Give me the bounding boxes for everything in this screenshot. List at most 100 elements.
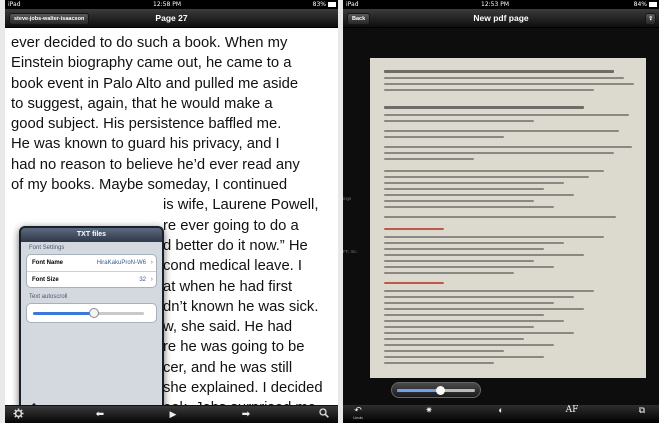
font-settings-header: Font Settings [29,245,65,251]
battery-percent: 83% [312,1,326,8]
scan-text-line [384,282,444,284]
contrast-glyph: ◐ [498,405,504,415]
scan-text-line [384,302,554,304]
rotate-label: Undo [353,415,363,420]
scan-text-line [384,314,544,316]
arrow-right-icon[interactable]: ➡ [239,408,253,421]
page-title: Page 27 [155,13,188,23]
carrier-label: iPad [8,1,21,8]
scan-text-line [384,296,574,298]
scan-text-line [384,89,594,91]
scan-text-line [384,216,616,218]
scan-text-line [384,77,624,79]
book-line: of my books. Maybe someday, I continued [11,177,288,194]
scan-text-line [384,362,494,364]
font-name-label: Font Name [32,260,64,266]
margin-label: FF, Inc. [343,249,358,254]
scan-text-line [384,236,604,238]
brightness-glyph: ✷ [425,405,433,415]
scan-text-line [384,152,614,154]
book-line: to suggest, again, that he would make a [11,95,273,112]
scan-text-line [384,248,544,250]
rotate-glyph: ↶ [354,405,362,415]
font-name-value: HiraKakuProN-W6 [96,260,146,266]
slider-fill [33,312,95,315]
slider-thumb[interactable] [89,308,100,318]
carrier-label: iPad [346,1,359,8]
scan-text-line [384,120,534,122]
scan-text-line [384,170,604,172]
autofocus-icon[interactable]: AF [557,405,587,415]
scan-text-line [384,260,534,262]
font-name-row[interactable]: Font Name HiraKakuProN-W6 › [27,255,156,271]
slider-thumb[interactable] [435,386,445,395]
slider-fill [397,389,440,392]
scan-text-line [384,200,534,202]
brightness-icon[interactable]: ✷ [414,405,444,415]
scan-text-line [384,320,564,322]
scan-text-line [384,308,584,310]
scan-text-line [384,338,524,340]
scan-text-line [384,326,534,328]
autoscroll-header: Text autoscroll [29,294,68,300]
autoscroll-slider[interactable] [33,308,144,318]
clock: 12:53 PM [481,1,509,8]
book-line: Einstein biography came out, he came to … [11,55,292,72]
gear-icon[interactable] [11,408,25,423]
scan-text-line [384,332,574,334]
book-line: book event in Palo Alto and pulled me as… [11,75,299,92]
scan-text-line [384,106,584,109]
autofocus-glyph: AF [565,405,579,415]
status-bar: iPad 12:58 PM 83% [5,0,338,9]
book-line: good subject. His persistence baffled me… [11,116,282,133]
scan-text-line [384,136,504,138]
scan-text-line [384,194,574,196]
scan-text-line [384,242,564,244]
scan-text-line [384,228,444,230]
clock: 12:58 PM [153,1,181,8]
pdf-capture-screen: iPad 12:53 PM 84% Back New pdf page ⇪ in… [343,0,659,423]
battery-icon [328,2,336,7]
font-size-value: 32 [139,277,146,283]
play-icon[interactable]: ▶ [166,408,180,421]
book-line: ever decided to do such a book. When my [11,35,288,51]
autoscroll-group [26,303,157,323]
popover-title: TXT files [21,228,162,242]
scanned-page-image [370,58,646,378]
nav-bar: steve-jobs-walter-isaacson Page 27 [5,9,338,28]
chevron-right-icon: › [150,259,153,266]
contrast-icon[interactable]: ◐ [486,405,516,415]
scan-text-line [384,266,554,268]
arrow-left-icon[interactable]: ⬅ [93,408,107,421]
scan-text-line [384,272,514,274]
rotate-icon[interactable]: ↶ Undo [343,405,373,420]
txt-reader-screen: iPad 12:58 PM 83% steve-jobs-walter-isaa… [5,0,338,423]
scan-text-line [384,130,619,132]
chevron-right-icon: › [150,276,153,283]
scan-text-line [384,158,474,160]
book-line: had no reason to believe he’d ever read … [11,156,300,173]
scan-text-line [384,356,544,358]
zoom-slider[interactable] [391,382,481,398]
crop-icon[interactable]: ⧉ [627,405,657,415]
txt-settings-popover: TXT files Font Settings Font Name HiraKa… [19,226,164,418]
scan-text-line [384,182,564,184]
page-title: New pdf page [473,13,529,23]
scan-text-line [384,344,554,346]
scan-text-line [384,350,504,352]
scan-text-line [384,290,594,292]
search-icon[interactable] [317,408,331,422]
scan-text-line [384,206,554,208]
share-icon[interactable]: ⇪ [645,13,656,25]
font-size-row[interactable]: Font Size 32 › [27,271,156,287]
battery-icon [649,2,657,7]
font-settings-group: Font Name HiraKakuProN-W6 › Font Size 32… [26,254,157,288]
book-line: He was known to guard his privacy, and I [11,136,280,153]
scan-text-line [384,70,614,73]
scan-text-line [384,114,629,116]
nav-bar: Back New pdf page ⇪ [343,9,659,28]
font-size-label: Font Size [32,277,59,283]
scan-text-line [384,254,584,256]
status-bar: iPad 12:53 PM 84% [343,0,659,9]
scan-text-line [384,176,589,178]
